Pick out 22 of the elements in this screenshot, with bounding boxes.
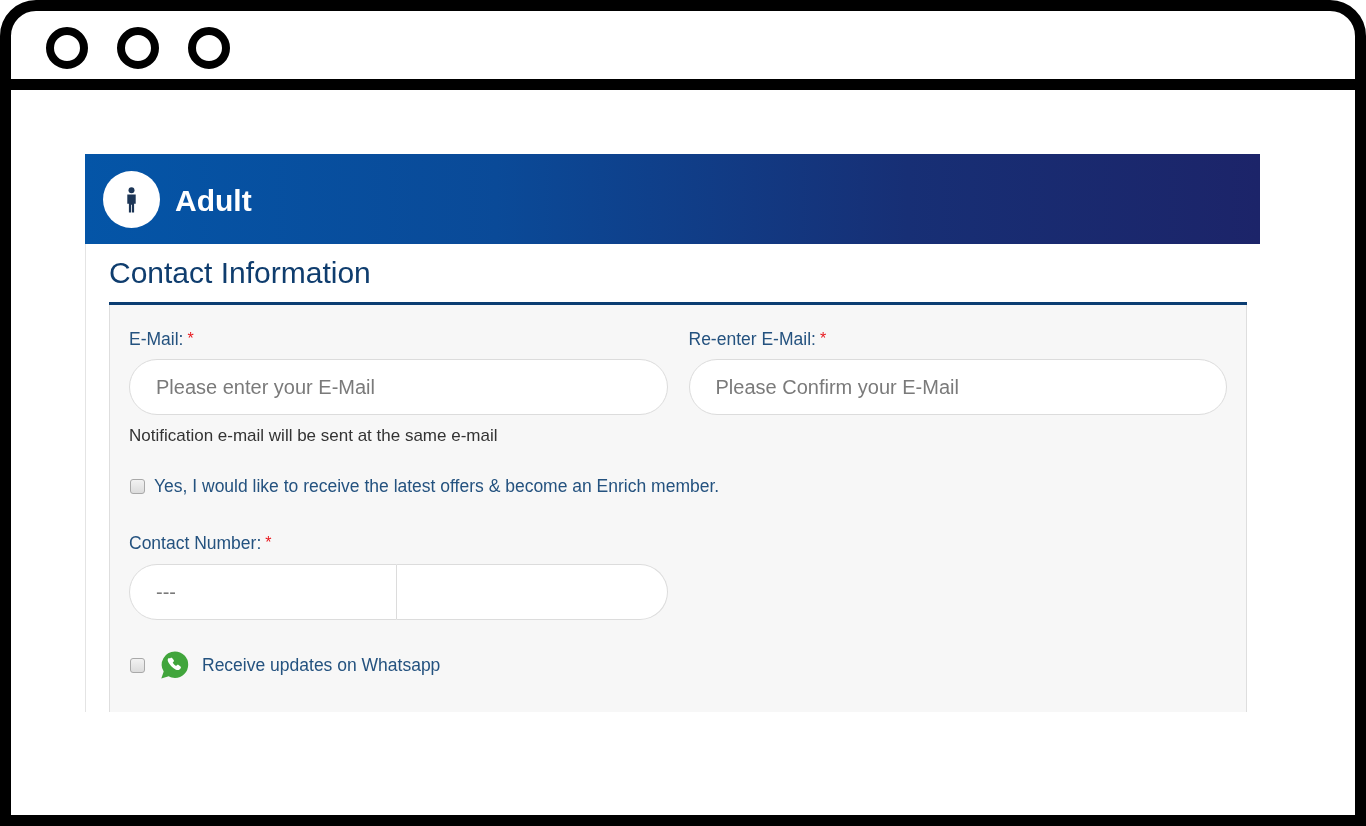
field-label: Contact Number: (129, 533, 262, 553)
window-control[interactable] (117, 27, 159, 69)
country-code-field[interactable]: --- (129, 564, 397, 620)
email-field[interactable]: Please enter your E-Mail (129, 359, 668, 415)
section-heading: Contact Information (109, 255, 371, 291)
required-mark: * (265, 533, 272, 553)
field-label: E-Mail: (129, 329, 184, 349)
phone-number-field[interactable] (397, 564, 668, 620)
checkbox-label: Yes, I would like to receive the latest offers & become an Enrich member. (154, 476, 720, 496)
email-field[interactable]: Please Confirm your E-Mail (688, 359, 1227, 415)
person-icon (103, 170, 160, 228)
checkbox-label: Receive updates on Whatsapp (202, 655, 441, 675)
required-mark: * (187, 329, 194, 349)
chat-phone-icon (159, 649, 191, 681)
window-control[interactable] (188, 27, 230, 69)
required-mark: * (819, 329, 827, 349)
checkbox[interactable] (130, 478, 145, 494)
checkbox[interactable] (130, 657, 145, 673)
help-text: Notification e-mail will be sent at the same e-mail (129, 426, 498, 446)
banner-title: Adult (175, 183, 252, 219)
window-control[interactable] (46, 27, 88, 69)
field-label: Re-enter E-Mail: (688, 329, 816, 349)
